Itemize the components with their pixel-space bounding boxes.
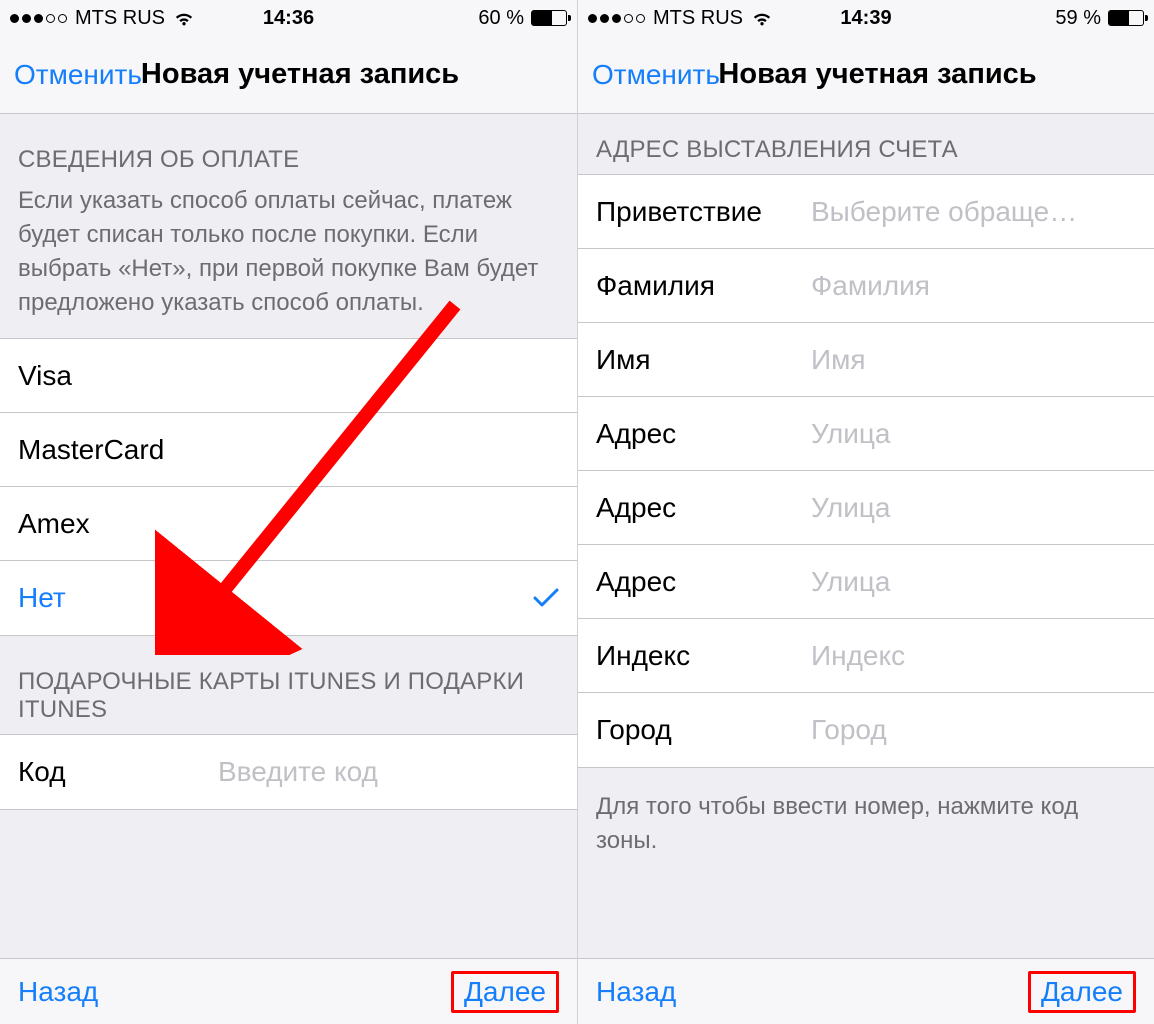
gift-code-row[interactable]: Код Введите код <box>0 735 577 809</box>
checkmark-icon <box>533 587 559 609</box>
field-label: Индекс <box>596 640 811 672</box>
nav-bar: Отменить Новая учетная запись <box>578 36 1154 114</box>
payment-section-header: СВЕДЕНИЯ ОБ ОПЛАТЕ <box>0 114 577 184</box>
gift-code-group: Код Введите код <box>0 734 577 810</box>
payment-option-amex[interactable]: Amex <box>0 487 577 561</box>
billing-fields-group: Приветствие Выберите обраще… Фамилия Фам… <box>578 174 1154 768</box>
payment-section-desc: Если указать способ оплаты сейчас, плате… <box>0 184 577 338</box>
battery-text: 60 % <box>478 7 524 30</box>
back-button[interactable]: Назад <box>18 976 98 1008</box>
gift-code-label: Код <box>18 756 218 788</box>
address3-input[interactable]: Улица <box>811 566 1136 598</box>
gift-code-input[interactable]: Введите код <box>218 756 559 788</box>
lastname-row[interactable]: Фамилия Фамилия <box>578 249 1154 323</box>
address3-row[interactable]: Адрес Улица <box>578 545 1154 619</box>
payment-option-label: Visa <box>18 360 72 392</box>
battery-text: 59 % <box>1055 7 1101 30</box>
city-row[interactable]: Город Город <box>578 693 1154 767</box>
status-bar: MTS RUS 14:39 59 % <box>578 0 1154 36</box>
wifi-icon <box>751 10 773 26</box>
carrier-label: MTS RUS <box>75 7 165 30</box>
signal-icon <box>588 14 645 23</box>
firstname-row[interactable]: Имя Имя <box>578 323 1154 397</box>
phone-right: MTS RUS 14:39 59 % Отменить Новая учетна… <box>577 0 1154 1024</box>
payment-option-none[interactable]: Нет <box>0 561 577 635</box>
address2-input[interactable]: Улица <box>811 492 1136 524</box>
payment-option-label: MasterCard <box>18 434 164 466</box>
content-area: СВЕДЕНИЯ ОБ ОПЛАТЕ Если указать способ о… <box>0 114 577 958</box>
wifi-icon <box>173 10 195 26</box>
payment-option-label: Нет <box>18 582 66 614</box>
cancel-button[interactable]: Отменить <box>592 59 720 91</box>
field-label: Город <box>596 714 811 746</box>
address1-row[interactable]: Адрес Улица <box>578 397 1154 471</box>
field-label: Адрес <box>596 418 811 450</box>
field-label: Адрес <box>596 566 811 598</box>
address1-input[interactable]: Улица <box>811 418 1136 450</box>
salutation-select[interactable]: Выберите обраще… <box>811 196 1136 228</box>
field-label: Имя <box>596 344 811 376</box>
postcode-input[interactable]: Индекс <box>811 640 1136 672</box>
field-label: Фамилия <box>596 270 811 302</box>
status-right: 59 % <box>1055 7 1144 30</box>
content-area: АДРЕС ВЫСТАВЛЕНИЯ СЧЕТА Приветствие Выбе… <box>578 114 1154 958</box>
field-label: Приветствие <box>596 196 811 228</box>
field-label: Адрес <box>596 492 811 524</box>
clock-label: 14:39 <box>840 7 891 30</box>
payment-option-visa[interactable]: Visa <box>0 339 577 413</box>
status-bar: MTS RUS 14:36 60 % <box>0 0 577 36</box>
carrier-label: MTS RUS <box>653 7 743 30</box>
billing-section-footer: Для того чтобы ввести номер, нажмите код… <box>578 768 1154 858</box>
payment-option-mastercard[interactable]: MasterCard <box>0 413 577 487</box>
clock-label: 14:36 <box>263 7 314 30</box>
lastname-input[interactable]: Фамилия <box>811 270 1136 302</box>
signal-icon <box>10 14 67 23</box>
salutation-row[interactable]: Приветствие Выберите обраще… <box>578 175 1154 249</box>
toolbar: Назад Далее <box>578 958 1154 1024</box>
nav-bar: Отменить Новая учетная запись <box>0 36 577 114</box>
address2-row[interactable]: Адрес Улица <box>578 471 1154 545</box>
next-button[interactable]: Далее <box>1028 971 1136 1013</box>
status-right: 60 % <box>478 7 567 30</box>
city-input[interactable]: Город <box>811 714 1136 746</box>
firstname-input[interactable]: Имя <box>811 344 1136 376</box>
battery-icon <box>1108 10 1144 26</box>
postcode-row[interactable]: Индекс Индекс <box>578 619 1154 693</box>
toolbar: Назад Далее <box>0 958 577 1024</box>
page-title: Новая учетная запись <box>718 58 1036 91</box>
battery-icon <box>531 10 567 26</box>
gift-section-header: ПОДАРОЧНЫЕ КАРТЫ ITUNES И ПОДАРКИ ITUNES <box>0 636 577 734</box>
phone-left: MTS RUS 14:36 60 % Отменить Новая учетна… <box>0 0 577 1024</box>
back-button[interactable]: Назад <box>596 976 676 1008</box>
billing-section-header: АДРЕС ВЫСТАВЛЕНИЯ СЧЕТА <box>578 114 1154 174</box>
next-button[interactable]: Далее <box>451 971 559 1013</box>
cancel-button[interactable]: Отменить <box>14 59 142 91</box>
payment-options-group: Visa MasterCard Amex Нет <box>0 338 577 636</box>
payment-option-label: Amex <box>18 508 90 540</box>
page-title: Новая учетная запись <box>141 58 459 91</box>
